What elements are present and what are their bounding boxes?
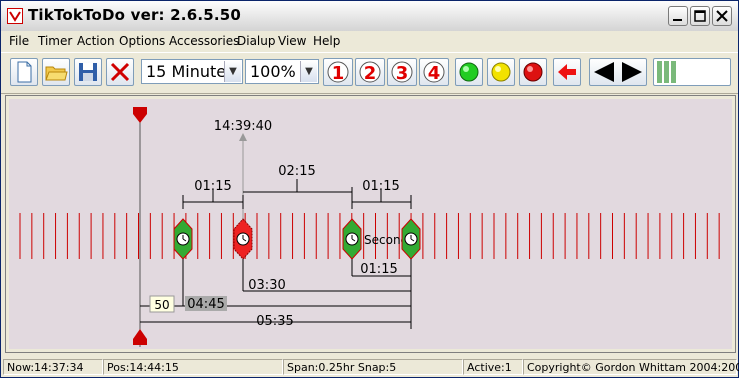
chevron-down-icon[interactable]: ▼ — [224, 61, 241, 82]
new-document-icon — [17, 61, 32, 83]
app-window: TikTokToDo ver: 2.6.5.50 File Timer Acti… — [0, 0, 739, 378]
maximize-icon — [694, 10, 706, 22]
minimize-button[interactable] — [668, 6, 688, 26]
status-active: Active:1 — [463, 359, 523, 375]
timer-1-button[interactable]: 1 — [323, 58, 353, 86]
title-bar: TikTokToDo ver: 2.6.5.50 — [1, 1, 738, 31]
menu-options[interactable]: Options — [119, 34, 165, 48]
delete-x-icon — [110, 62, 130, 82]
window-title: TikTokToDo ver: 2.6.5.50 — [28, 6, 242, 24]
timeline-canvas[interactable]: 14:39:40 01:15 02:15 01:15 Seconds 01:15… — [9, 99, 732, 349]
timer-2-icon: 2 — [359, 61, 381, 84]
delete-button[interactable] — [106, 58, 134, 86]
toolbar: 15 Minutes ▼ 100% ▼ 1 2 3 4 — [1, 52, 738, 94]
save-icon — [79, 63, 97, 81]
status-copyright: Copyright© Gordon Whittam 2004:2006 — [523, 359, 739, 375]
interval-value: 15 Minutes — [146, 62, 226, 81]
timer-3-button[interactable]: 3 — [387, 58, 417, 86]
task-clock-3[interactable] — [342, 218, 362, 260]
red-light-button[interactable] — [519, 58, 547, 86]
marker-time: 14:39:40 — [214, 119, 272, 134]
duration-short-label: 04:45 — [187, 297, 224, 312]
arrow-left-icon — [558, 64, 576, 80]
span-below-1-label: 01:15 — [360, 262, 397, 277]
open-folder-icon — [45, 66, 68, 81]
zoom-value: 100% — [250, 62, 296, 81]
span-above-3-label: 01:15 — [362, 179, 399, 194]
menu-accessories[interactable]: Accessories — [169, 34, 239, 48]
menu-timer[interactable]: Timer — [38, 34, 72, 48]
timer-3-icon: 3 — [391, 61, 413, 84]
minimize-icon — [673, 19, 682, 21]
timer-2-button[interactable]: 2 — [355, 58, 385, 86]
status-now: Now:14:37:34 — [3, 359, 103, 375]
prev-next-icon — [594, 62, 642, 82]
menu-file[interactable]: File — [9, 34, 29, 48]
navigate-button[interactable] — [589, 58, 647, 86]
timer-2-label: 2 — [364, 63, 377, 84]
back-arrow-button[interactable] — [553, 58, 581, 86]
green-light-icon — [459, 62, 479, 82]
save-button[interactable] — [74, 58, 102, 86]
status-bar: Now:14:37:34 Pos:14:44:15 Span:0.25hr Sn… — [1, 357, 739, 377]
timer-4-button[interactable]: 4 — [419, 58, 449, 86]
red-light-icon — [523, 62, 543, 82]
status-pos: Pos:14:44:15 — [103, 359, 283, 375]
close-button[interactable] — [712, 6, 732, 26]
open-button[interactable] — [42, 58, 70, 86]
menu-dialup[interactable]: Dialup — [237, 34, 275, 48]
task-clock-2[interactable] — [233, 218, 253, 260]
yellow-light-icon — [491, 62, 511, 82]
zoom-select[interactable]: 100% ▼ — [245, 59, 319, 84]
span-below-2-label: 03:30 — [248, 278, 285, 293]
task-clock-4[interactable] — [401, 218, 421, 260]
menu-action[interactable]: Action — [77, 34, 115, 48]
interval-select[interactable]: 15 Minutes ▼ — [141, 59, 243, 84]
cursor-left-label: 50 — [154, 298, 169, 312]
marker-arrow-icon — [239, 133, 247, 141]
cursor-bottom-arrow-icon[interactable] — [133, 329, 147, 345]
timer-1-icon: 1 — [327, 61, 349, 84]
duration-total-label: 05:35 — [256, 314, 293, 329]
cursor-top-arrow-icon[interactable] — [133, 107, 147, 123]
level-bars-icon — [657, 61, 676, 83]
maximize-button[interactable] — [690, 6, 710, 26]
level-meter — [653, 58, 731, 86]
span-above-2 — [243, 179, 353, 209]
new-button[interactable] — [10, 58, 38, 86]
menu-bar: File Timer Action Options Accessories Di… — [1, 32, 738, 50]
chevron-down-icon[interactable]: ▼ — [300, 61, 317, 82]
task-clock-1[interactable] — [173, 218, 193, 260]
yellow-light-button[interactable] — [487, 58, 515, 86]
timer-4-icon: 4 — [423, 61, 445, 84]
status-span: Span:0.25hr Snap:5 — [283, 359, 463, 375]
timeline-frame: 14:39:40 01:15 02:15 01:15 Seconds 01:15… — [5, 95, 736, 353]
timer-3-label: 3 — [396, 63, 409, 84]
app-icon — [7, 8, 23, 24]
timeline-drawing: 14:39:40 01:15 02:15 01:15 Seconds 01:15… — [19, 107, 720, 347]
menu-help[interactable]: Help — [313, 34, 340, 48]
close-icon — [716, 10, 728, 22]
menu-view[interactable]: View — [278, 34, 306, 48]
timer-4-label: 4 — [428, 63, 441, 84]
green-light-button[interactable] — [455, 58, 483, 86]
span-above-2-label: 02:15 — [278, 164, 315, 179]
timer-1-label: 1 — [332, 63, 345, 84]
span-above-1-label: 01:15 — [194, 179, 231, 194]
